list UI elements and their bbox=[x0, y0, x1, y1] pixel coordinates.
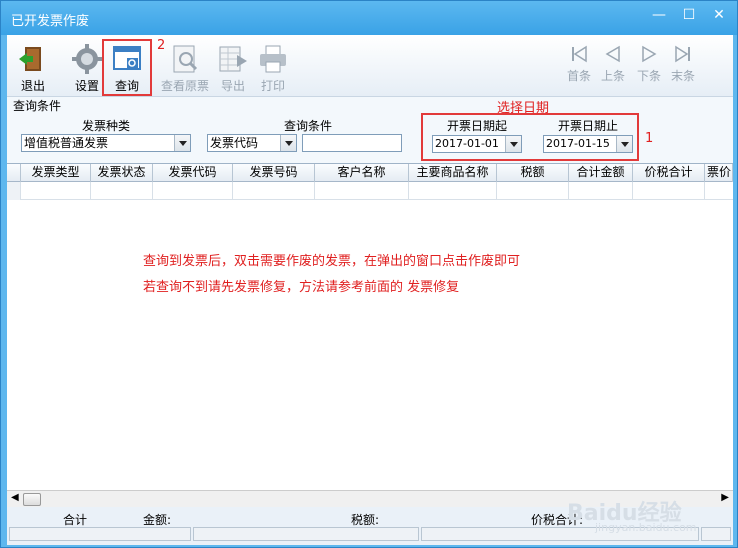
last-icon bbox=[675, 45, 690, 63]
date-from-picker[interactable]: 2017-01-01 bbox=[432, 135, 522, 153]
tax-label: 税额: bbox=[351, 513, 380, 527]
client-area: 退出 设置 查询 查看原票 导出 打印 2 首条 上条 下条 末条 查询条件 选… bbox=[7, 35, 733, 545]
table-cell bbox=[633, 182, 705, 200]
scroll-thumb[interactable] bbox=[23, 493, 41, 506]
date-to-label: 开票日期止 bbox=[557, 119, 618, 133]
exit-label: 退出 bbox=[20, 79, 45, 93]
invoice-type-select[interactable]: 增值税普通发票 bbox=[21, 134, 191, 152]
minimize-button[interactable]: — bbox=[647, 5, 671, 27]
condition-value: 发票代码 bbox=[210, 136, 259, 150]
view-original-icon bbox=[173, 45, 198, 73]
table-cell bbox=[21, 182, 91, 200]
total-label: 合计 bbox=[63, 513, 88, 527]
column-header[interactable]: 价税合计 bbox=[633, 164, 705, 182]
condition-input[interactable] bbox=[302, 134, 402, 152]
table-cell bbox=[497, 182, 569, 200]
title-bar: 已开发票作废 — ☐ ✕ bbox=[1, 1, 737, 35]
status-panel bbox=[701, 527, 731, 541]
query-panel: 查询条件 选择日期 发票种类 增值税普通发票 查询条件 发票代码 1 开票日期起… bbox=[7, 97, 733, 163]
status-panel bbox=[9, 527, 191, 541]
first-icon bbox=[572, 45, 587, 63]
chevron-down-icon[interactable] bbox=[280, 135, 296, 151]
close-button[interactable]: ✕ bbox=[707, 5, 731, 27]
query-section-title: 查询条件 bbox=[13, 99, 62, 113]
gear-icon bbox=[72, 44, 102, 74]
maximize-button[interactable]: ☐ bbox=[677, 5, 701, 27]
table-cell bbox=[153, 182, 233, 200]
column-header[interactable]: 主要商品名称 bbox=[409, 164, 497, 182]
date-to-picker[interactable]: 2017-01-15 bbox=[543, 135, 633, 153]
invoice-type-value: 增值税普通发票 bbox=[24, 136, 109, 150]
last-record-button[interactable]: 末条 bbox=[665, 41, 701, 91]
chevron-down-icon[interactable] bbox=[505, 136, 521, 152]
column-header[interactable]: 票价 bbox=[705, 164, 733, 182]
window-title: 已开发票作废 bbox=[11, 14, 90, 29]
query-highlight-box bbox=[102, 39, 152, 96]
date-from-value: 2017-01-01 bbox=[435, 137, 499, 150]
instruction-note-2: 若查询不到请先发票修复，方法请参考前面的 发票修复 bbox=[143, 280, 460, 295]
next-icon bbox=[642, 45, 657, 63]
column-header[interactable]: 发票状态 bbox=[91, 164, 153, 182]
table-row[interactable] bbox=[7, 182, 733, 200]
print-button[interactable]: 打印 bbox=[251, 39, 295, 93]
condition-select[interactable]: 发票代码 bbox=[207, 134, 297, 152]
column-header[interactable]: 客户名称 bbox=[315, 164, 409, 182]
summary-bar: 合计 金额: 税额: 价税合计: Baidu经验 jingyan.baidu.c… bbox=[7, 501, 733, 545]
prev-record-button[interactable]: 上条 bbox=[595, 41, 631, 91]
table-cell bbox=[409, 182, 497, 200]
scroll-left-icon[interactable]: ◀ bbox=[11, 492, 19, 503]
step2-marker: 2 bbox=[157, 38, 166, 53]
last-label: 末条 bbox=[670, 69, 695, 83]
invoice-type-label: 发票种类 bbox=[81, 119, 130, 133]
table-cell bbox=[233, 182, 315, 200]
table-header: 发票类型 发票状态 发票代码 发票号码 客户名称 主要商品名称 税额 合计金额 … bbox=[7, 164, 733, 182]
toolbar: 退出 设置 查询 查看原票 导出 打印 2 首条 上条 下条 末条 bbox=[7, 35, 733, 97]
print-label: 打印 bbox=[260, 79, 285, 93]
prev-icon bbox=[605, 45, 620, 63]
table-cell bbox=[315, 182, 409, 200]
watermark-url: jingyan.baidu.com bbox=[595, 521, 697, 534]
chevron-down-icon[interactable] bbox=[616, 136, 632, 152]
exit-button[interactable]: 退出 bbox=[11, 39, 55, 93]
status-panel bbox=[193, 527, 419, 541]
date-from-label: 开票日期起 bbox=[446, 119, 507, 133]
step1-marker: 1 bbox=[645, 131, 654, 146]
column-header[interactable]: 发票号码 bbox=[233, 164, 315, 182]
table-cell bbox=[569, 182, 633, 200]
export-icon bbox=[219, 46, 247, 72]
instruction-note-1: 查询到发票后，双击需要作废的发票，在弹出的窗口点击作废即可 bbox=[143, 254, 521, 269]
amount-label: 金额: bbox=[143, 513, 172, 527]
exit-icon bbox=[19, 47, 41, 71]
scroll-right-icon[interactable]: ▶ bbox=[721, 492, 729, 503]
row-indicator-header bbox=[7, 164, 21, 182]
invoice-table: 发票类型 发票状态 发票代码 发票号码 客户名称 主要商品名称 税额 合计金额 … bbox=[7, 163, 733, 507]
date-to-value: 2017-01-15 bbox=[546, 137, 610, 150]
condition-label: 查询条件 bbox=[283, 119, 332, 133]
column-header[interactable]: 发票代码 bbox=[153, 164, 233, 182]
table-cell bbox=[91, 182, 153, 200]
view-original-button[interactable]: 查看原票 bbox=[161, 39, 209, 93]
row-indicator bbox=[7, 182, 21, 200]
column-header[interactable]: 税额 bbox=[497, 164, 569, 182]
chevron-down-icon[interactable] bbox=[174, 135, 190, 151]
printer-icon bbox=[260, 45, 286, 73]
main-window: 已开发票作废 — ☐ ✕ 退出 设置 查询 查看原票 导出 打印 2 首条 上条… bbox=[0, 0, 738, 548]
column-header[interactable]: 发票类型 bbox=[21, 164, 91, 182]
column-header[interactable]: 合计金额 bbox=[569, 164, 633, 182]
